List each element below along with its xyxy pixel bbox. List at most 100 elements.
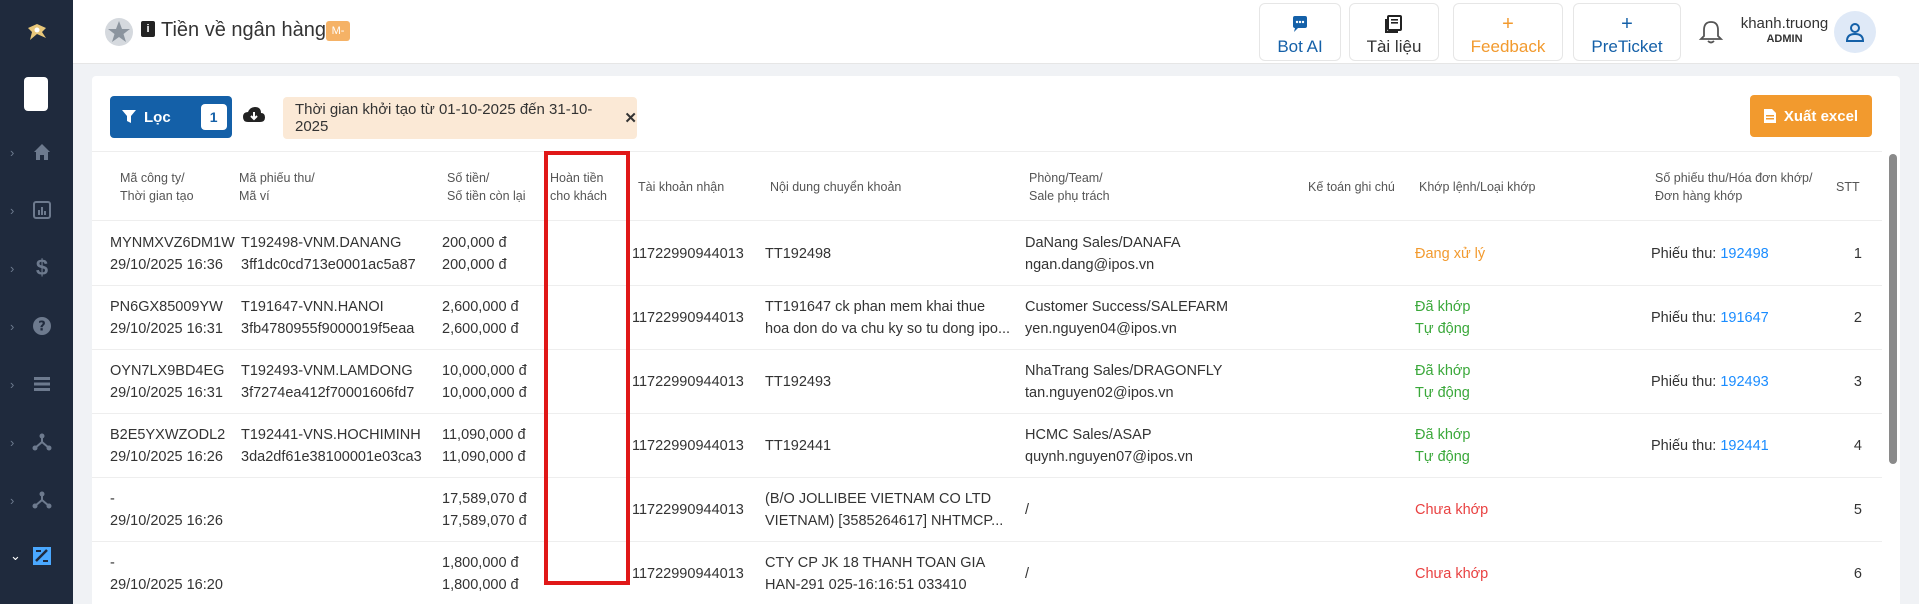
user-info[interactable]: khanh.truong ADMIN xyxy=(1737,15,1832,45)
bell-icon[interactable] xyxy=(1697,18,1725,46)
sidebar-item-home[interactable]: › xyxy=(0,132,73,172)
cell-match-status: Đã khớp Tự động xyxy=(1415,298,1471,337)
cell-stt: 3 xyxy=(1853,373,1862,390)
cell-account: 11722990944013 xyxy=(632,373,744,390)
sidebar-item-list[interactable]: › xyxy=(0,364,73,404)
col-match[interactable]: Khớp lệnh/Loại khớp xyxy=(1419,152,1559,222)
sidebar-item-hierarchy[interactable]: › xyxy=(0,480,73,520)
favorite-star-icon[interactable] xyxy=(104,17,134,47)
cell-receipt: T192493-VNM.LAMDONG 3f7274ea412f70001606f… xyxy=(241,362,415,401)
hierarchy-icon xyxy=(30,488,54,512)
cell-content: TT192498 xyxy=(765,245,832,262)
sidebar-item-bank[interactable]: ⌄ xyxy=(0,536,73,576)
export-excel-button[interactable]: Xuất excel xyxy=(1750,95,1872,137)
cell-receipt xyxy=(241,542,437,604)
cell-receipt xyxy=(241,478,437,541)
cell-company: MYNMXVZ6DM1W 29/10/2025 16:36 xyxy=(110,234,235,273)
sidebar-item-network[interactable]: › xyxy=(0,422,73,462)
cell-match-status: Đã khớp Tự động xyxy=(1415,426,1471,465)
invoice-link[interactable]: 191647 xyxy=(1720,310,1768,326)
invoice-link[interactable]: 192498 xyxy=(1720,246,1768,262)
feedback-button[interactable]: + Feedback xyxy=(1453,3,1563,61)
bank-transfer-icon xyxy=(30,544,54,568)
sidebar-tenant-block[interactable] xyxy=(24,77,48,111)
question-icon: ? xyxy=(30,314,54,338)
table-body: MYNMXVZ6DM1W 29/10/2025 16:36 T192498-VNM.… xyxy=(92,222,1882,604)
col-department[interactable]: Phòng/Team/Sale phụ trách xyxy=(1029,152,1149,222)
col-company[interactable]: Mã công ty/Thời gian tạo xyxy=(120,152,230,222)
cell-content: (B/O JOLLIBEE VIETNAM CO LTD VIETNAM) [35… xyxy=(765,490,1004,529)
table-row[interactable]: OYN7LX9BD4EG 29/10/2025 16:31 T192493-VNM.… xyxy=(92,350,1882,414)
chevron-right-icon: › xyxy=(10,376,15,392)
invoice-link[interactable]: 192441 xyxy=(1720,438,1768,454)
table-row[interactable]: PN6GX85009YW 29/10/2025 16:31 T191647-VNN.… xyxy=(92,286,1882,350)
chart-icon xyxy=(30,198,54,222)
chevron-right-icon: › xyxy=(10,318,15,334)
table-row[interactable]: B2E5YXWZODL2 29/10/2025 16:26 T192441-VNS.… xyxy=(92,414,1882,478)
cell-company: -29/10/2025 16:26 xyxy=(110,490,223,529)
cell-amount: 10,000,000 đ 10,000,000 đ xyxy=(442,362,527,401)
filter-button[interactable]: Lọc 1 xyxy=(110,96,232,138)
cell-department: / xyxy=(1025,501,1030,518)
cell-account: 11722990944013 xyxy=(632,309,744,326)
col-amount[interactable]: Số tiền/Số tiền còn lại xyxy=(447,152,537,222)
cell-stt: 5 xyxy=(1853,501,1862,518)
home-icon xyxy=(30,140,54,164)
app-root: › › › $ › ? › › › ⌄ i Tiền về ngân hàng … xyxy=(0,0,1919,604)
cell-account: 11722990944013 xyxy=(632,501,744,518)
top-header: i Tiền về ngân hàng M- Bot AI Tài liệu +… xyxy=(73,0,1919,64)
cell-stt: 6 xyxy=(1853,565,1862,582)
cell-company: OYN7LX9BD4EG 29/10/2025 16:31 xyxy=(110,362,225,401)
table-header: Mã công ty/Thời gian tạo Mã phiếu thu/Mã… xyxy=(92,151,1882,221)
col-accountant-note[interactable]: Kế toán ghi chú xyxy=(1308,152,1408,222)
svg-text:?: ? xyxy=(38,320,46,335)
col-account[interactable]: Tài khoản nhận xyxy=(638,152,738,222)
col-content[interactable]: Nội dung chuyển khoản xyxy=(770,152,920,222)
file-icon xyxy=(1763,109,1776,123)
plus-icon: + xyxy=(1621,12,1633,35)
vertical-scrollbar[interactable] xyxy=(1889,154,1897,464)
cell-department: DaNang Sales/DANAFA ngan.dang@ipos.vn xyxy=(1025,234,1181,273)
cell-amount: 17,589,070 đ 17,589,070 đ xyxy=(442,490,527,529)
book-icon xyxy=(1350,13,1438,35)
preticket-button[interactable]: + PreTicket xyxy=(1573,3,1681,61)
cell-amount: 2,600,000 đ 2,600,000 đ xyxy=(442,298,519,337)
col-receipt[interactable]: Mã phiếu thu/Mã ví xyxy=(239,152,399,222)
bot-ai-button[interactable]: Bot AI xyxy=(1259,3,1341,61)
cell-amount: 11,090,000 đ 11,090,000 đ xyxy=(442,426,526,465)
chevron-down-icon: ⌄ xyxy=(10,548,21,563)
cell-stt: 4 xyxy=(1853,437,1862,454)
app-logo-icon[interactable] xyxy=(24,20,50,46)
chevron-right-icon: › xyxy=(10,260,15,276)
sidebar-item-help[interactable]: › ? xyxy=(0,306,73,346)
cloud-download-icon[interactable] xyxy=(242,104,266,128)
cell-match-status: Đang xử lý xyxy=(1415,245,1486,262)
avatar[interactable] xyxy=(1834,11,1876,53)
page-title: Tiền về ngân hàng xyxy=(161,19,326,41)
network-icon xyxy=(30,430,54,454)
col-refund[interactable]: Hoàn tiền cho khách xyxy=(550,152,630,222)
table-row[interactable]: -29/10/2025 16:26 17,589,070 đ 17,589,070 … xyxy=(92,478,1882,542)
invoice-link[interactable]: 192493 xyxy=(1720,374,1768,390)
cell-match-status: Đã khớp Tự động xyxy=(1415,362,1471,401)
chevron-right-icon: › xyxy=(10,492,15,508)
cell-content: CTY CP JK 18 THANH TOAN GIA HAN-291 025-1… xyxy=(765,554,986,593)
col-stt[interactable]: STT xyxy=(1836,152,1866,222)
chat-icon xyxy=(1260,13,1340,35)
cell-company: B2E5YXWZODL2 29/10/2025 16:26 xyxy=(110,426,226,465)
info-icon[interactable]: i xyxy=(141,21,155,37)
cell-stt: 2 xyxy=(1853,309,1862,326)
table-row[interactable]: -29/10/2025 16:20 1,800,000 đ 1,800,000 đ 1… xyxy=(92,542,1882,604)
cell-match-status: Chưa khớp xyxy=(1415,565,1489,582)
sidebar-item-finance[interactable]: › $ xyxy=(0,248,73,288)
table-row[interactable]: MYNMXVZ6DM1W 29/10/2025 16:36 T192498-VNM.… xyxy=(92,222,1882,286)
filter-chip: Thời gian khởi tạo từ 01-10-2025 đến 31-… xyxy=(283,97,637,139)
sidebar-item-reports[interactable]: › xyxy=(0,190,73,230)
documents-button[interactable]: Tài liệu xyxy=(1349,3,1439,61)
cell-amount: 1,800,000 đ 1,800,000 đ xyxy=(442,554,519,593)
col-invoice[interactable]: Số phiếu thu/Hóa đơn khớp/Đơn hàng khớp xyxy=(1655,152,1815,222)
cell-receipt: T191647-VNN.HANOI 3fb4780955f9000019f5eaa xyxy=(241,298,415,337)
chevron-right-icon: › xyxy=(10,202,15,218)
close-icon[interactable]: ✕ xyxy=(624,109,637,127)
filter-count-badge: 1 xyxy=(200,104,227,130)
